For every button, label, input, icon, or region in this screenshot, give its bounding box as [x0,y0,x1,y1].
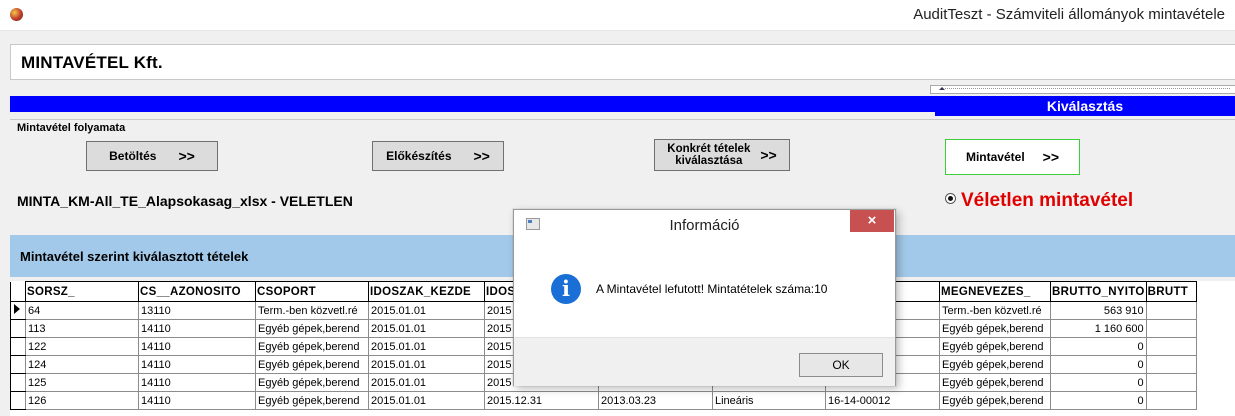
table-cell[interactable]: Egyéb gépek,berend [255,337,369,356]
select-items-button-label: Konkrét tételek kiválasztása [667,143,750,167]
table-cell[interactable]: 0 [1050,355,1147,374]
table-cell[interactable]: 16-14-00012 [825,391,940,410]
table-cell[interactable]: 124 [25,355,139,374]
table-cell[interactable]: 0 [1050,373,1147,392]
sampling-button[interactable]: Mintavétel >> [945,139,1080,175]
table-cell[interactable]: 13110 [138,301,256,320]
table-cell[interactable]: 125 [25,373,139,392]
table-cell[interactable]: 14110 [138,337,256,356]
table-cell[interactable]: 2015.01.01 [368,355,485,374]
table-cell[interactable]: Egyéb gépek,berend [939,319,1051,338]
company-name: MINTAVÉTEL Kft. [21,53,163,72]
table-cell[interactable]: 126 [25,391,139,410]
radio-checked-icon[interactable] [945,193,956,204]
row-pointer-icon [14,304,20,314]
info-dialog: Információ × i A Mintavétel lefutott! Mi… [513,209,896,386]
column-header[interactable]: BRUTT [1145,281,1197,302]
table-cell[interactable]: Term.-ben közvetl.ré [939,301,1051,320]
table-cell[interactable]: 0 [1050,391,1147,410]
row-header[interactable] [10,319,26,338]
table-cell[interactable]: 2015.01.01 [368,301,485,320]
next-arrow-icon: >> [473,148,490,164]
current-row-indicator-icon[interactable] [10,301,26,320]
progress-track [945,88,1230,89]
app-logo-icon [10,8,23,21]
section-divider [10,119,1235,120]
table-cell[interactable]: 2015.01.01 [368,391,485,410]
ok-button[interactable]: OK [799,353,883,377]
mini-progress-bar [930,85,1235,94]
company-panel: MINTAVÉTEL Kft. [10,44,1235,80]
table-cell[interactable]: 2015.01.01 [368,319,485,338]
table-cell[interactable]: 64 [25,301,139,320]
prepare-button-label: Előkészítés [386,149,452,163]
table-cell[interactable]: 2015.01.01 [368,373,485,392]
table-cell[interactable] [1145,319,1197,338]
table-cell[interactable]: 113 [25,319,139,338]
next-arrow-icon: >> [178,148,195,164]
dialog-title: Információ [669,217,740,234]
table-cell[interactable]: Lineáris [712,391,826,410]
column-header[interactable]: SORSZ_ [25,281,139,302]
column-header[interactable]: CS__AZONOSITO [138,281,256,302]
dialog-title-bar: Információ × [514,210,895,240]
next-arrow-icon: >> [1042,149,1060,165]
table-cell[interactable]: Egyéb gépek,berend [255,319,369,338]
row-header[interactable] [10,337,26,356]
row-header[interactable] [10,355,26,374]
table-cell[interactable]: 0 [1050,337,1147,356]
dialog-message: A Mintavétel lefutott! Mintatételek szám… [596,282,828,296]
prepare-button[interactable]: Előkészítés >> [372,141,504,171]
label-line-2: kiválasztása [675,155,743,167]
table-cell[interactable]: Egyéb gépek,berend [939,373,1051,392]
table-cell[interactable]: Egyéb gépek,berend [255,355,369,374]
table-cell[interactable]: 2015.12.31 [484,391,599,410]
info-icon: i [551,274,581,304]
table-cell[interactable] [1145,355,1197,374]
column-header[interactable]: CSOPORT [255,281,369,302]
row-header-corner [10,281,26,302]
table-cell[interactable] [1145,373,1197,392]
table-cell[interactable] [1145,301,1197,320]
column-header[interactable]: BRUTTO_NYITO [1050,281,1147,302]
table-cell[interactable]: Egyéb gépek,berend [939,337,1051,356]
close-icon[interactable]: × [850,210,894,232]
table-cell[interactable]: 14110 [138,319,256,338]
table-cell[interactable]: 2013.03.23 [598,391,713,410]
table-row[interactable]: 126 14110 Egyéb gépek,berend 2015.01.01 2015… [10,391,1197,410]
next-arrow-icon: >> [760,147,777,163]
grid-title: Mintavétel szerint kiválasztott tételek [20,249,249,264]
table-cell[interactable]: Egyéb gépek,berend [939,355,1051,374]
sampling-button-label: Mintavétel [965,150,1025,164]
table-cell[interactable]: 122 [25,337,139,356]
window-title: AuditTeszt - Számviteli állományok minta… [913,6,1225,23]
table-cell[interactable]: 1 160 600 [1050,319,1147,338]
window-title-bar: AuditTeszt - Számviteli állományok minta… [0,0,1235,31]
table-cell[interactable] [1145,337,1197,356]
load-button-label: Betöltés [109,149,157,163]
row-header[interactable] [10,391,26,410]
label-line-1: Konkrét tételek [667,143,751,155]
row-header[interactable] [10,373,26,392]
table-cell[interactable]: 14110 [138,355,256,374]
table-cell[interactable]: Egyéb gépek,berend [255,373,369,392]
table-cell[interactable]: Egyéb gépek,berend [939,391,1051,410]
table-cell[interactable]: 2015.01.01 [368,337,485,356]
dataset-label: MINTA_KM-All_TE_Alapsokasag_xlsx - VELET… [17,193,353,209]
table-cell[interactable]: Egyéb gépek,berend [255,391,369,410]
table-cell[interactable]: Term.-ben közvetl.ré [255,301,369,320]
column-header[interactable]: MEGNEVEZES_ [939,281,1051,302]
process-section-title: Mintavétel folyamata [17,122,126,134]
column-header[interactable]: IDOSZAK_KEZDE [368,281,485,302]
load-button[interactable]: Betöltés >> [86,141,218,171]
select-items-button[interactable]: Konkrét tételek kiválasztása >> [654,139,790,171]
table-cell[interactable] [1145,391,1197,410]
table-cell[interactable]: 563 910 [1050,301,1147,320]
table-cell[interactable]: 14110 [138,373,256,392]
random-sampling-label: Véletlen mintavétel [961,190,1134,211]
table-cell[interactable]: 14110 [138,391,256,410]
select-header: Kiválasztás [935,98,1235,116]
